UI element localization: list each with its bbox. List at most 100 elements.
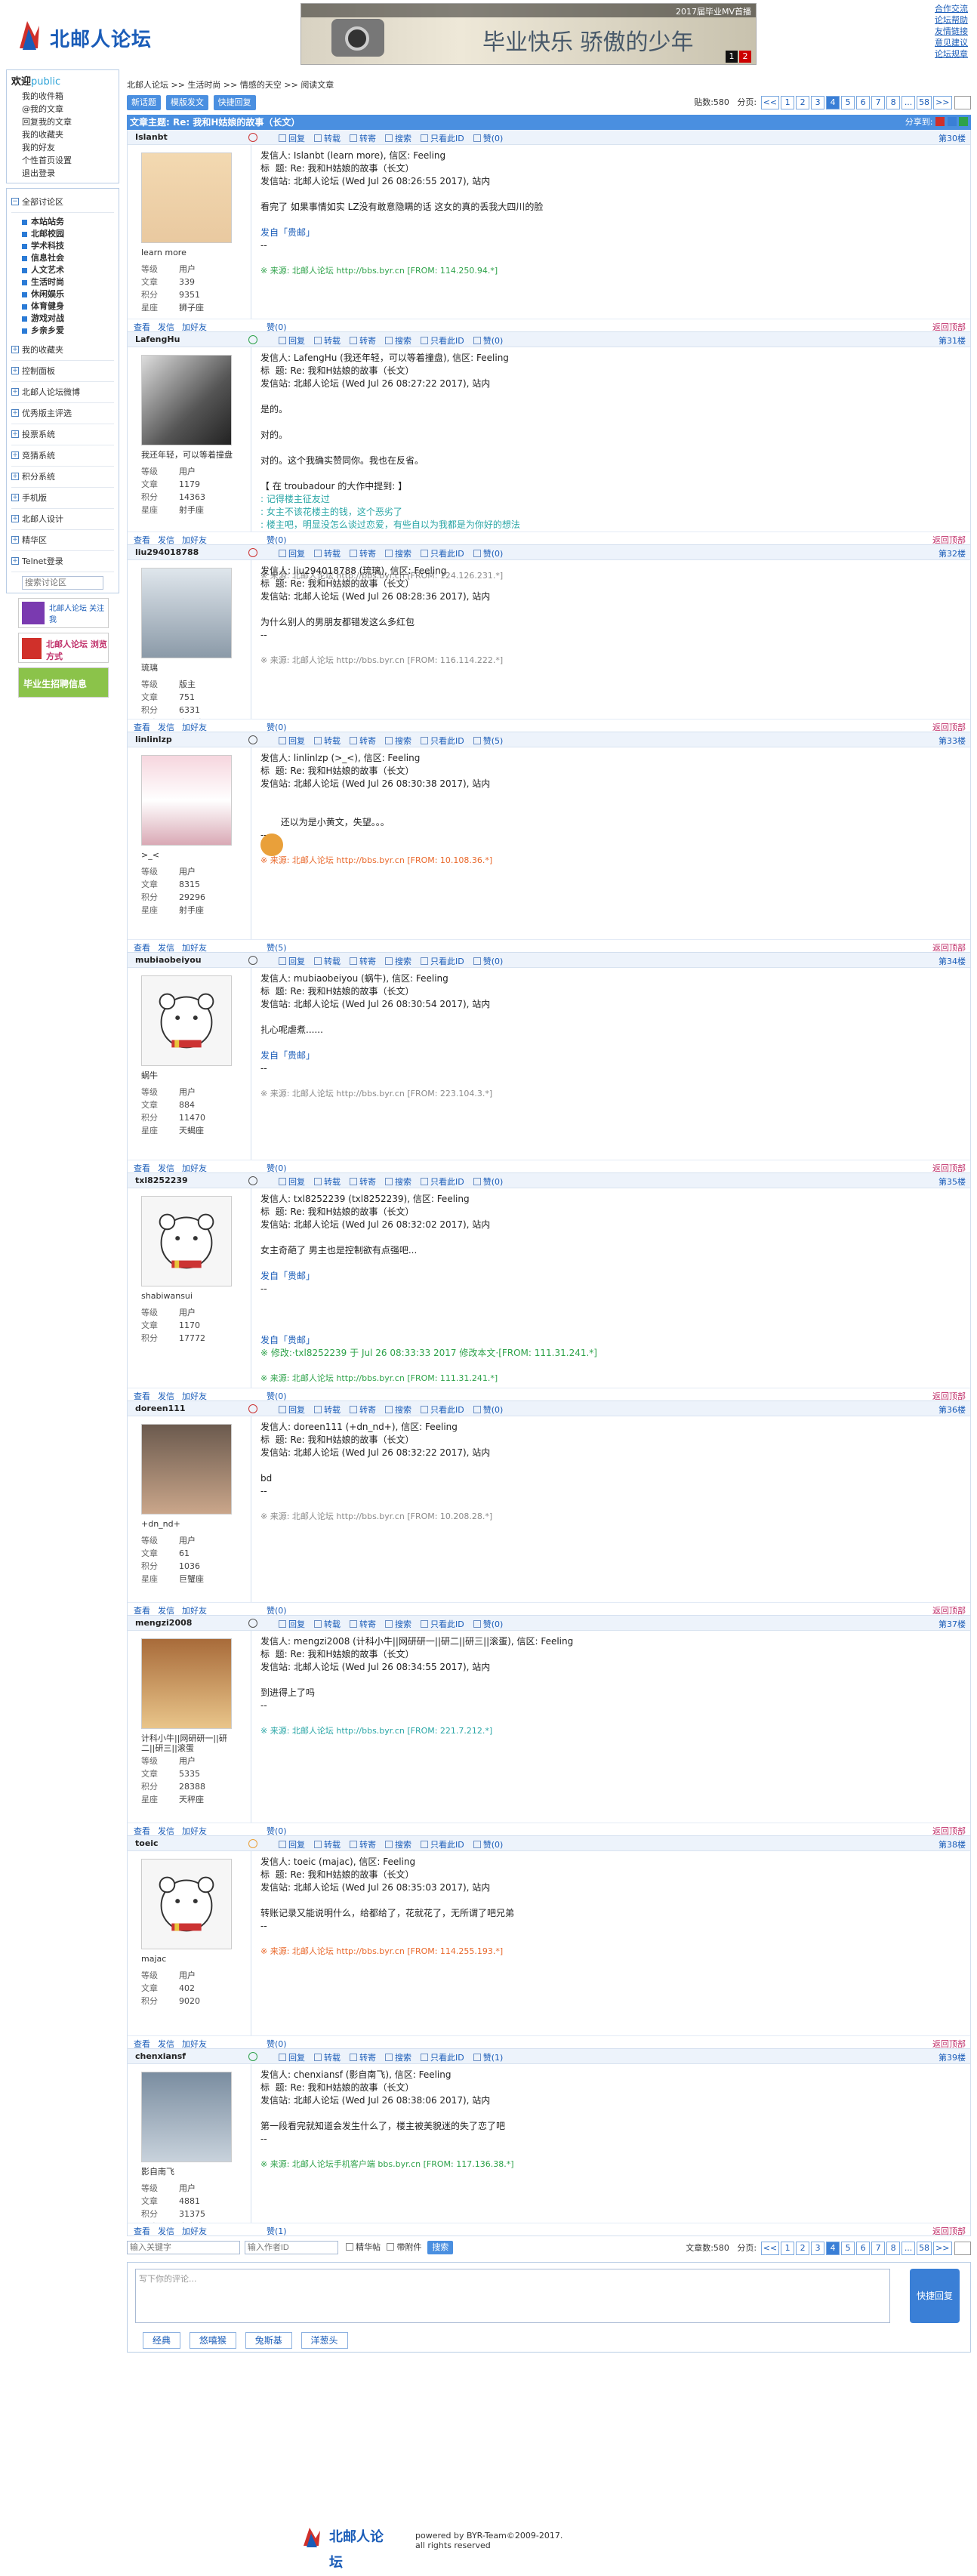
quick-reply-button[interactable]: 快捷回复 bbox=[213, 95, 256, 110]
back-to-top-link[interactable]: 返回顶部 bbox=[932, 321, 966, 333]
top-link[interactable]: 合作交流 bbox=[935, 3, 977, 14]
forward-button[interactable]: 转寄 bbox=[359, 336, 376, 346]
page-link[interactable]: 1 bbox=[781, 2242, 795, 2255]
sidebar-item[interactable]: + Telnet登录 bbox=[11, 551, 114, 572]
page-link[interactable]: 6 bbox=[856, 2242, 871, 2255]
view-button[interactable]: 查看 bbox=[134, 723, 150, 732]
search-button[interactable]: 搜索 bbox=[395, 1177, 411, 1187]
footer-logo[interactable]: 北邮人论坛 bbox=[302, 2525, 393, 2571]
message-button[interactable]: 发信 bbox=[158, 2226, 174, 2236]
sidebar-item[interactable]: + 竞猜系统 bbox=[11, 445, 114, 467]
repost-button[interactable]: 转载 bbox=[324, 957, 341, 966]
message-button[interactable]: 发信 bbox=[158, 1391, 174, 1401]
avatar[interactable] bbox=[141, 1859, 232, 1949]
floor-number[interactable]: 第32楼 bbox=[938, 547, 966, 559]
floor-number[interactable]: 第38楼 bbox=[938, 1838, 966, 1850]
search-button[interactable]: 搜索 bbox=[395, 1840, 411, 1850]
author-only-button[interactable]: 只看此ID bbox=[430, 336, 464, 346]
user-link[interactable]: 我的收件箱 bbox=[11, 90, 114, 103]
page-link[interactable]: << bbox=[760, 2242, 780, 2255]
like-count[interactable]: 赞(1) bbox=[267, 2225, 287, 2237]
search-button[interactable]: 搜索 bbox=[395, 1619, 411, 1629]
board-search-input[interactable] bbox=[22, 576, 103, 590]
like-button[interactable]: 赞(5) bbox=[483, 736, 504, 746]
post-author[interactable]: txl8252239 bbox=[135, 1176, 188, 1185]
page-link[interactable]: >> bbox=[933, 96, 952, 109]
view-button[interactable]: 查看 bbox=[134, 535, 150, 545]
like-button[interactable]: 赞(0) bbox=[483, 1405, 504, 1415]
message-button[interactable]: 发信 bbox=[158, 1606, 174, 1616]
avatar[interactable] bbox=[141, 975, 232, 1066]
avatar[interactable] bbox=[141, 2072, 232, 2162]
like-button[interactable]: 赞(0) bbox=[483, 1619, 504, 1629]
board-link[interactable]: 学术科技 bbox=[11, 240, 114, 252]
avatar[interactable] bbox=[141, 1424, 232, 1514]
post-author[interactable]: Islanbt bbox=[135, 132, 168, 142]
forward-button[interactable]: 转寄 bbox=[359, 549, 376, 559]
page-link[interactable]: 5 bbox=[841, 96, 855, 109]
reply-button[interactable]: 回复 bbox=[288, 2053, 305, 2063]
author-only-button[interactable]: 只看此ID bbox=[430, 957, 464, 966]
author-only-button[interactable]: 只看此ID bbox=[430, 1619, 464, 1629]
reply-button[interactable]: 回复 bbox=[288, 1405, 305, 1415]
sidebar-item[interactable]: + 积分系统 bbox=[11, 467, 114, 488]
avatar[interactable] bbox=[141, 568, 232, 658]
view-button[interactable]: 查看 bbox=[134, 2226, 150, 2236]
reply-button[interactable]: 回复 bbox=[288, 1177, 305, 1187]
like-button[interactable]: 赞(0) bbox=[483, 336, 504, 346]
crumb-board[interactable]: 情感的天空 bbox=[240, 80, 282, 90]
page-link[interactable]: 3 bbox=[811, 2242, 825, 2255]
avatar[interactable] bbox=[141, 755, 232, 846]
sidebar-item[interactable]: + 北邮人论坛微博 bbox=[11, 382, 114, 403]
like-count[interactable]: 赞(5) bbox=[267, 941, 287, 954]
repost-button[interactable]: 转载 bbox=[324, 736, 341, 746]
emoji-tab[interactable]: 悠嘻猴 bbox=[189, 2332, 236, 2349]
sidebar-item[interactable]: + 投票系统 bbox=[11, 424, 114, 445]
post-author[interactable]: chenxiansf bbox=[135, 2051, 186, 2061]
page-link[interactable]: << bbox=[760, 96, 780, 109]
like-button[interactable]: 赞(0) bbox=[483, 957, 504, 966]
emoji-tab[interactable]: 洋葱头 bbox=[300, 2332, 348, 2349]
template-post-button[interactable]: 模版发文 bbox=[165, 95, 208, 110]
repost-button[interactable]: 转载 bbox=[324, 2053, 341, 2063]
post-author[interactable]: liu294018788 bbox=[135, 547, 199, 557]
repost-button[interactable]: 转载 bbox=[324, 1619, 341, 1629]
page-link[interactable]: ... bbox=[901, 96, 916, 109]
crumb-section[interactable]: 生活时尚 bbox=[187, 80, 220, 90]
reply-button[interactable]: 回复 bbox=[288, 957, 305, 966]
reply-textarea[interactable]: 写下你的评论... bbox=[135, 2269, 890, 2323]
view-button[interactable]: 查看 bbox=[134, 2039, 150, 2049]
board-link[interactable]: 休闲娱乐 bbox=[11, 288, 114, 300]
reply-button[interactable]: 回复 bbox=[288, 134, 305, 143]
add-friend-button[interactable]: 加好友 bbox=[182, 2039, 207, 2049]
sidebar-item[interactable]: + 控制面板 bbox=[11, 361, 114, 382]
page-link[interactable]: >> bbox=[933, 2242, 952, 2255]
back-to-top-link[interactable]: 返回顶部 bbox=[932, 1162, 966, 1174]
forward-button[interactable]: 转寄 bbox=[359, 1405, 376, 1415]
add-friend-button[interactable]: 加好友 bbox=[182, 535, 207, 545]
repost-button[interactable]: 转载 bbox=[324, 336, 341, 346]
post-author[interactable]: toeic bbox=[135, 1838, 159, 1848]
message-button[interactable]: 发信 bbox=[158, 2039, 174, 2049]
add-friend-button[interactable]: 加好友 bbox=[182, 2226, 207, 2236]
search-button[interactable]: 搜索 bbox=[395, 1405, 411, 1415]
floor-number[interactable]: 第36楼 bbox=[938, 1404, 966, 1416]
page-link[interactable]: 2 bbox=[796, 96, 810, 109]
top-link[interactable]: 论坛规章 bbox=[935, 48, 977, 60]
author-only-button[interactable]: 只看此ID bbox=[430, 549, 464, 559]
weibo-share-icon[interactable] bbox=[935, 117, 945, 126]
avatar[interactable] bbox=[141, 153, 232, 243]
add-friend-button[interactable]: 加好友 bbox=[182, 1606, 207, 1616]
all-boards-item[interactable]: − 全部讨论区 bbox=[11, 192, 114, 213]
banner-dot-2[interactable]: 2 bbox=[739, 51, 751, 63]
user-link[interactable]: 回复我的文章 bbox=[11, 116, 114, 128]
user-link[interactable]: 我的收藏夹 bbox=[11, 128, 114, 141]
like-button[interactable]: 赞(0) bbox=[483, 1840, 504, 1850]
repost-button[interactable]: 转载 bbox=[324, 1840, 341, 1850]
add-friend-button[interactable]: 加好友 bbox=[182, 723, 207, 732]
message-button[interactable]: 发信 bbox=[158, 723, 174, 732]
repost-button[interactable]: 转载 bbox=[324, 1177, 341, 1187]
like-count[interactable]: 赞(0) bbox=[267, 2038, 287, 2050]
search-button[interactable]: 搜索 bbox=[395, 549, 411, 559]
back-to-top-link[interactable]: 返回顶部 bbox=[932, 1390, 966, 1402]
